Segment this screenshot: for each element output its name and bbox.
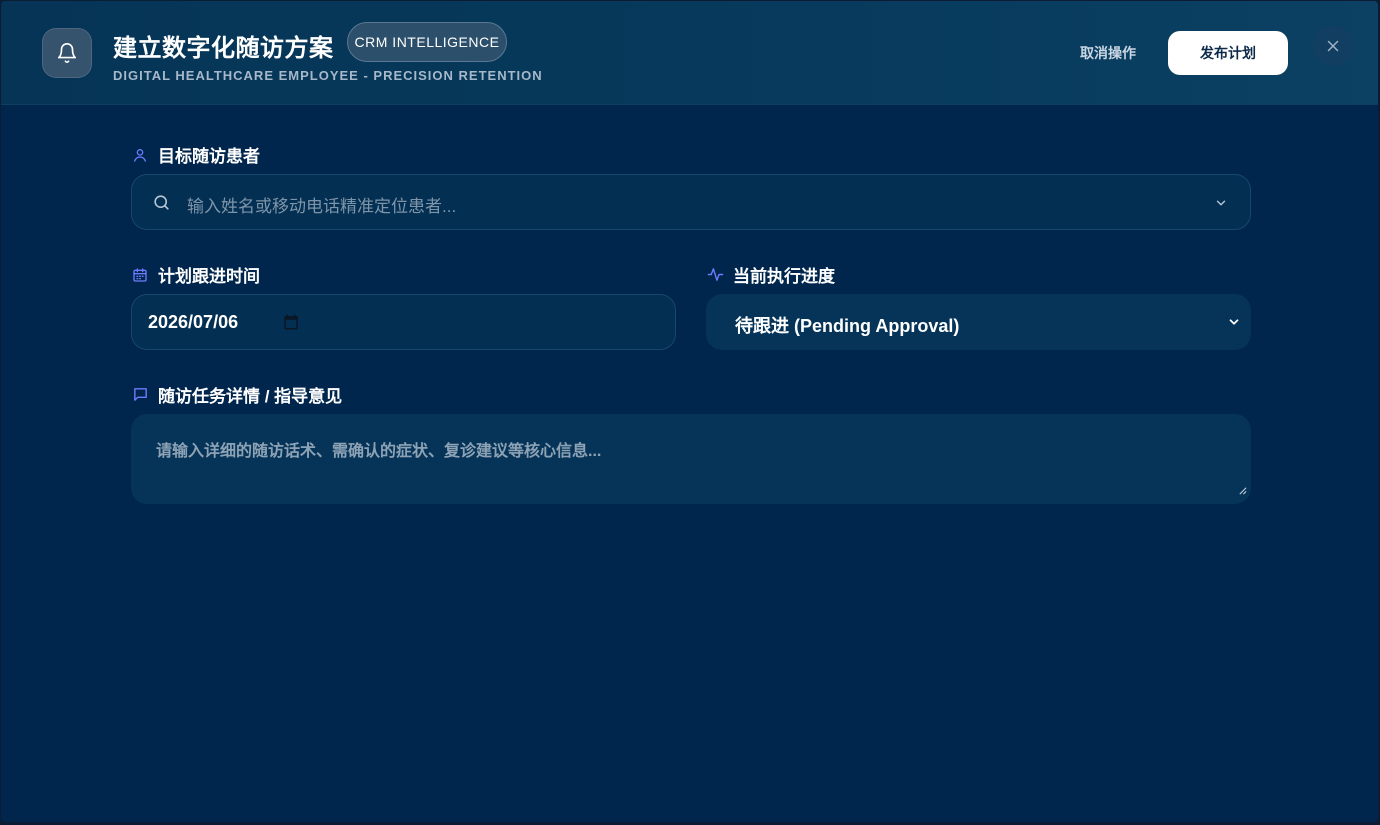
follow-up-date-input[interactable]: 2026/07/06 [131,294,676,350]
patient-label-text: 目标随访患者 [158,147,260,166]
close-button[interactable] [1313,26,1353,66]
notes-label-text: 随访任务详情 / 指导意见 [158,387,343,406]
notes-placeholder: 请输入详细的随访话术、需确认的症状、复诊建议等核心信息... [156,443,602,460]
status-select[interactable]: 待跟进 (Pending Approval) [706,294,1251,350]
modal-header: 建立数字化随访方案 CRM INTELLIGENCE DIGITAL HEALT… [1,1,1378,105]
search-icon [152,193,171,217]
bell-icon [42,28,92,78]
activity-icon [706,266,724,284]
date-value: 2026/07/06 [148,312,239,332]
cancel-button[interactable]: 取消操作 [1065,31,1151,75]
chevron-down-icon[interactable] [1214,196,1228,215]
notes-label: 随访任务详情 / 指导意见 [131,382,342,407]
chevron-down-icon[interactable] [1227,315,1241,334]
message-icon [131,386,149,404]
patient-label: 目标随访患者 [131,142,260,167]
calendar-icon [131,266,149,284]
notes-textarea[interactable]: 请输入详细的随访话术、需确认的症状、复诊建议等核心信息... [131,414,1251,504]
close-icon [1327,40,1339,52]
modal-subtitle: DIGITAL HEALTHCARE EMPLOYEE - PRECISION … [113,68,543,83]
status-label: 当前执行进度 [706,262,835,287]
crm-badge: CRM INTELLIGENCE [347,22,507,62]
follow-up-plan-modal: 建立数字化随访方案 CRM INTELLIGENCE DIGITAL HEALT… [1,1,1378,822]
user-icon [131,146,149,164]
modal-title: 建立数字化随访方案 [113,35,334,62]
patient-search-placeholder: 输入姓名或移动电话精准定位患者... [187,197,457,216]
patient-search-input[interactable]: 输入姓名或移动电话精准定位患者... [131,174,1251,230]
date-label-text: 计划跟进时间 [158,267,260,286]
status-selected-value: 待跟进 (Pending Approval) [735,316,960,336]
resize-handle-icon[interactable] [1238,482,1247,500]
status-label-text: 当前执行进度 [733,267,835,286]
date-picker-icon[interactable] [282,313,300,336]
date-label: 计划跟进时间 [131,262,260,287]
publish-plan-button[interactable]: 发布计划 [1168,31,1288,75]
